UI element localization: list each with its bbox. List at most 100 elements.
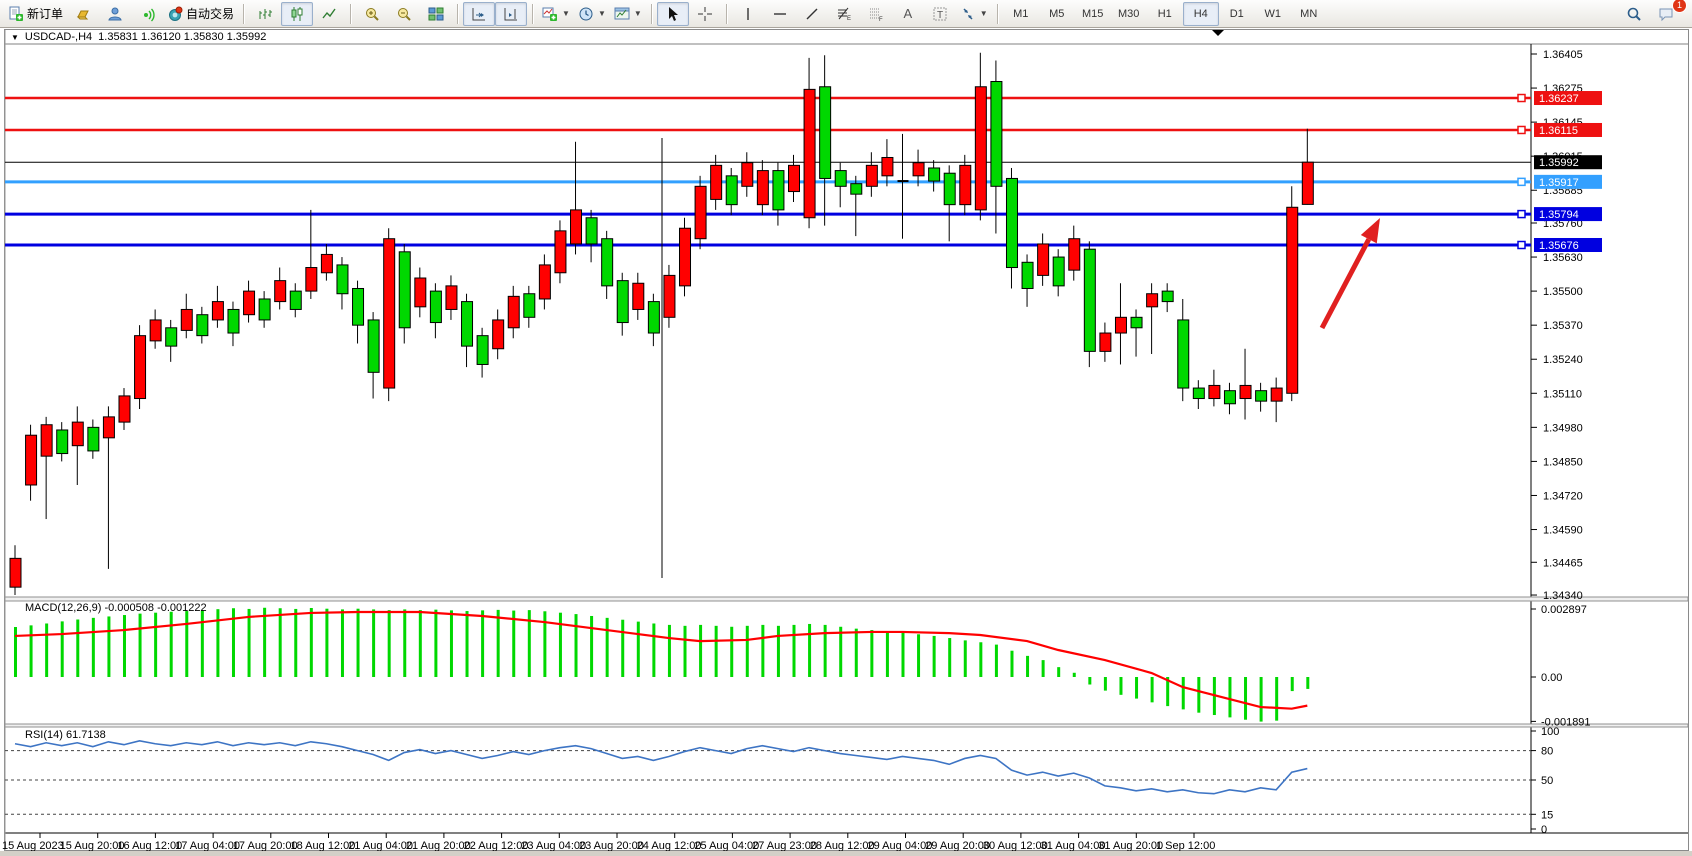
bull-candle xyxy=(882,157,893,175)
bear-candle xyxy=(602,239,613,286)
price-line-handle-1.35794[interactable] xyxy=(1518,211,1525,218)
bear-candle xyxy=(617,281,628,323)
macd-histogram-bar xyxy=(1244,677,1247,720)
macd-histogram-bar xyxy=(310,608,313,677)
bull-candle xyxy=(742,163,753,187)
annotation-arrow-shaft[interactable] xyxy=(1322,239,1369,328)
bear-candle xyxy=(337,265,348,294)
rsi-axis-label: 0 xyxy=(1541,824,1547,836)
price-line-handle-1.35917[interactable] xyxy=(1518,178,1525,185)
price-axis-label: 1.35370 xyxy=(1543,320,1583,332)
price-line-handle-1.36115[interactable] xyxy=(1518,126,1525,133)
bull-candle xyxy=(119,396,130,422)
bull-candle xyxy=(306,268,317,292)
macd-histogram-bar xyxy=(76,619,79,677)
bull-candle xyxy=(633,283,644,309)
macd-histogram-bar xyxy=(154,613,157,677)
panel-separator-macd[interactable] xyxy=(5,597,1688,601)
macd-histogram-bar xyxy=(855,629,858,677)
bear-candle xyxy=(1193,388,1204,398)
bear-candle xyxy=(820,87,831,179)
bear-candle xyxy=(1022,262,1033,288)
price-axis-label: 1.34340 xyxy=(1543,590,1583,602)
bear-candle xyxy=(166,328,177,346)
chart-canvas[interactable]: 1.364051.362751.361451.360151.358851.357… xyxy=(0,0,1692,856)
bull-candle xyxy=(26,435,37,485)
rsi-line xyxy=(15,741,1307,794)
macd-histogram-bar xyxy=(964,640,967,677)
macd-axis-label: 0.00 xyxy=(1541,672,1562,684)
macd-histogram-bar xyxy=(201,610,204,677)
price-axis-label: 1.35240 xyxy=(1543,354,1583,366)
macd-histogram-bar xyxy=(481,610,484,677)
macd-histogram-bar xyxy=(590,616,593,677)
macd-histogram-bar xyxy=(170,612,173,677)
bear-candle xyxy=(259,299,270,320)
price-line-handle-1.35676[interactable] xyxy=(1518,241,1525,248)
window-bottom-edge xyxy=(0,851,1692,856)
annotation-arrow-head[interactable] xyxy=(1361,218,1380,243)
macd-histogram-bar xyxy=(497,610,500,677)
macd-histogram-bar xyxy=(684,626,687,677)
price-tag-label: 1.35794 xyxy=(1539,209,1579,221)
price-axis-label: 1.35630 xyxy=(1543,252,1583,264)
macd-histogram-bar xyxy=(325,609,328,677)
macd-histogram-bar xyxy=(948,638,951,677)
mt4-terminal-window: 新订单 自动交易 xyxy=(0,0,1692,856)
rsi-axis-label: 100 xyxy=(1541,726,1559,738)
macd-histogram-bar xyxy=(107,616,110,677)
bear-candle xyxy=(929,168,940,181)
macd-histogram-bar xyxy=(979,642,982,677)
price-axis-label: 1.34850 xyxy=(1543,456,1583,468)
bear-candle xyxy=(1006,178,1017,267)
bull-candle xyxy=(571,210,582,244)
macd-histogram-bar xyxy=(403,609,406,677)
price-line-handle-1.36237[interactable] xyxy=(1518,95,1525,102)
bear-candle xyxy=(1084,249,1095,351)
bear-candle xyxy=(290,291,301,309)
bull-candle xyxy=(975,87,986,210)
macd-histogram-bar xyxy=(1306,677,1309,689)
price-tag-label: 1.35676 xyxy=(1539,240,1579,252)
macd-histogram-bar xyxy=(668,625,671,677)
bull-candle xyxy=(72,422,83,446)
chart-shift-marker[interactable] xyxy=(1212,30,1224,36)
bull-candle xyxy=(41,425,52,456)
macd-histogram-bar xyxy=(1260,677,1263,722)
bull-candle xyxy=(539,265,550,299)
macd-histogram-bar xyxy=(1026,656,1029,677)
macd-histogram-bar xyxy=(248,609,251,677)
macd-histogram-bar xyxy=(1057,667,1060,677)
panel-separator-rsi[interactable] xyxy=(5,724,1688,727)
macd-histogram-bar xyxy=(761,625,764,677)
bull-candle xyxy=(664,275,675,317)
bull-candle xyxy=(212,302,223,320)
bear-candle xyxy=(1131,317,1142,327)
bear-candle xyxy=(1178,320,1189,388)
bull-candle xyxy=(913,163,924,176)
price-axis-label: 1.35110 xyxy=(1543,388,1582,400)
bull-candle xyxy=(757,171,768,205)
bull-candle xyxy=(555,231,566,273)
bull-candle xyxy=(103,417,114,438)
macd-histogram-bar xyxy=(1197,677,1200,713)
macd-histogram-bar xyxy=(917,634,920,677)
bull-candle xyxy=(804,89,815,217)
bull-candle xyxy=(1240,385,1251,398)
macd-histogram-bar xyxy=(14,627,17,677)
bull-candle xyxy=(275,281,286,302)
macd-histogram-bar xyxy=(559,613,562,677)
macd-histogram-bar xyxy=(372,609,375,677)
macd-histogram-bar xyxy=(450,610,453,677)
macd-histogram-bar xyxy=(1182,677,1185,709)
price-axis-label: 1.34465 xyxy=(1543,557,1583,569)
macd-histogram-bar xyxy=(995,645,998,677)
price-tag-label: 1.35992 xyxy=(1539,157,1579,169)
macd-histogram-bar xyxy=(45,623,48,677)
macd-histogram-bar xyxy=(341,609,344,677)
rsi-indicator-label: RSI(14) 61.7138 xyxy=(25,729,106,741)
bull-candle xyxy=(415,278,426,307)
bear-candle xyxy=(1256,391,1267,401)
macd-histogram-bar xyxy=(466,611,469,677)
macd-histogram-bar xyxy=(730,627,733,677)
